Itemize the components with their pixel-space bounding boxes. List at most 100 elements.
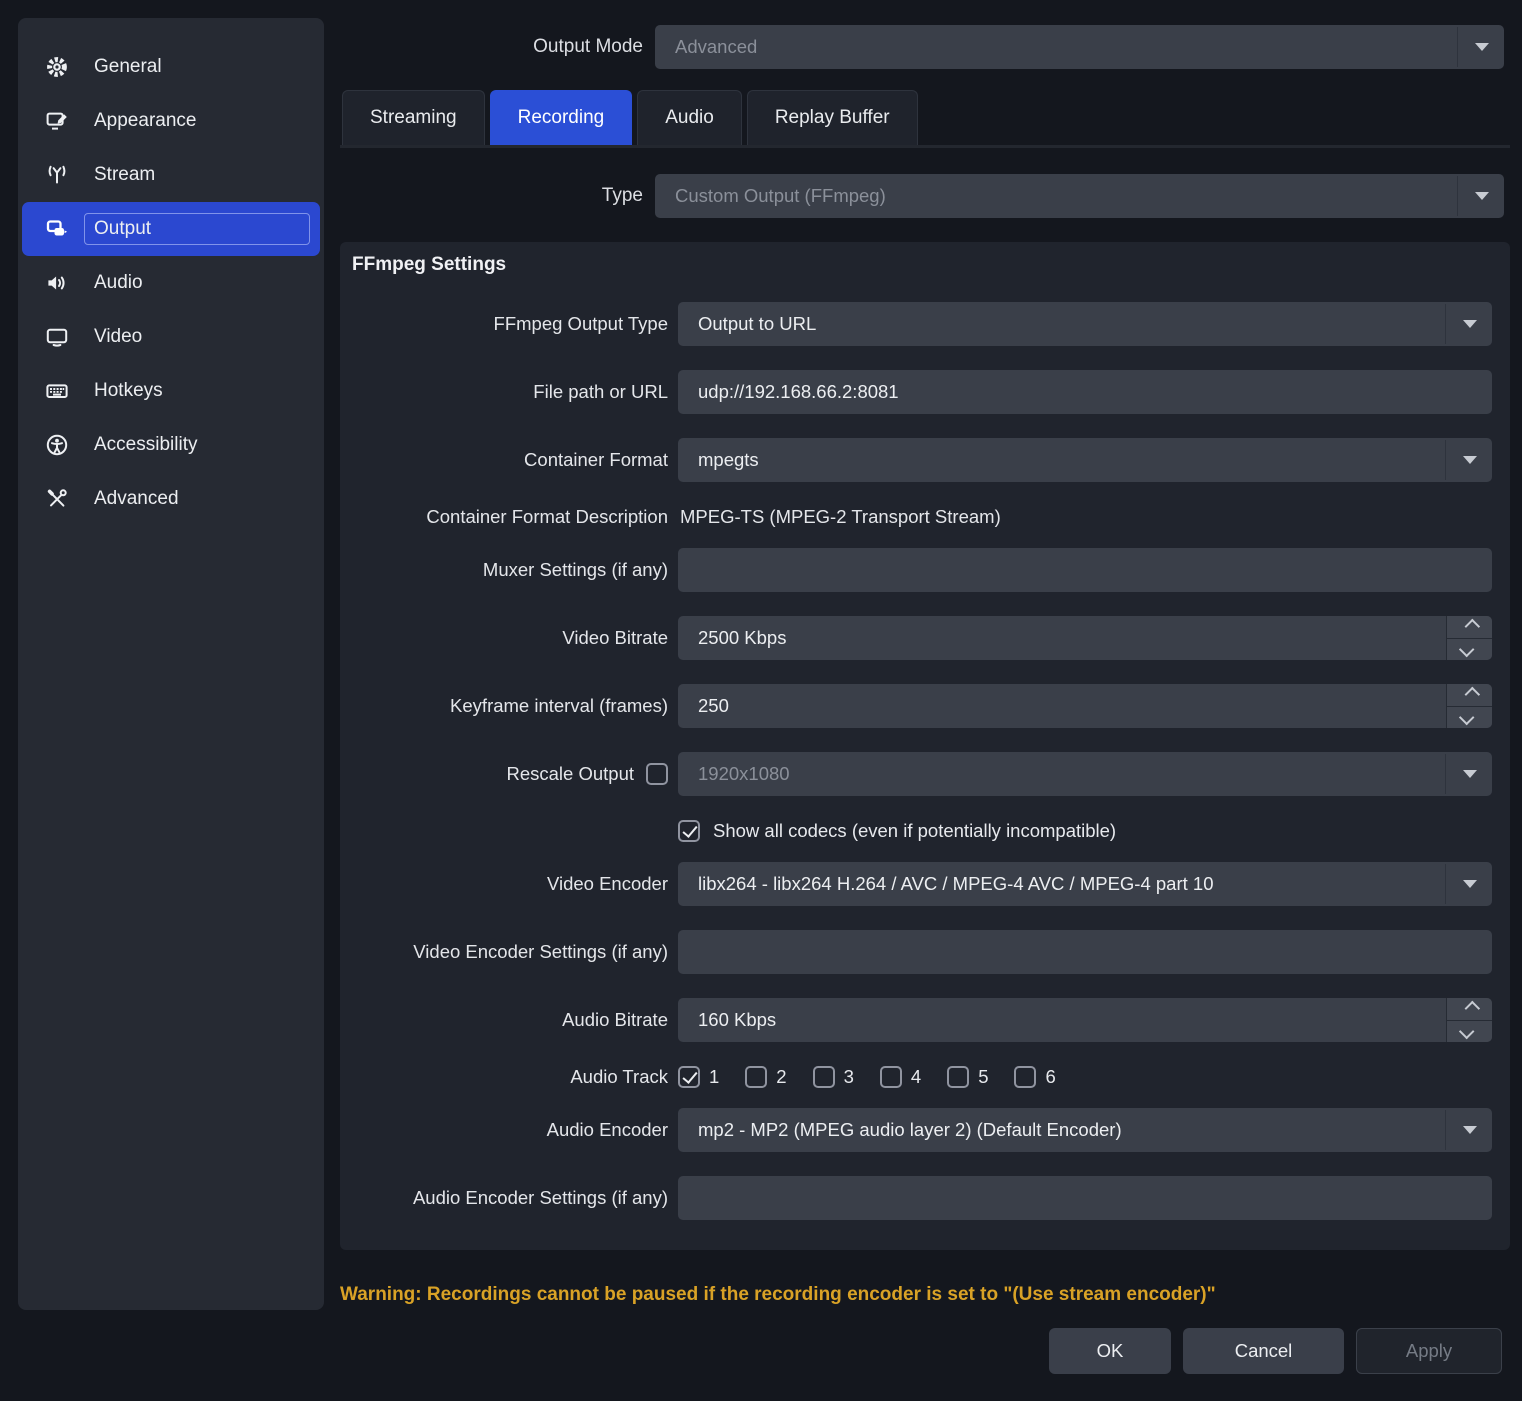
spin-up-button[interactable]	[1447, 616, 1492, 639]
appearance-icon	[44, 108, 70, 134]
audio-track-3-checkbox[interactable]	[813, 1066, 835, 1088]
sidebar-item-label: Output	[84, 213, 310, 245]
sidebar-item-appearance[interactable]: Appearance	[22, 94, 320, 148]
keyboard-icon	[44, 378, 70, 404]
chevron-down-icon	[1459, 1023, 1475, 1039]
sidebar-item-video[interactable]: Video	[22, 310, 320, 364]
group-title: FFmpeg Settings	[340, 254, 1492, 276]
video-bitrate-row: Video Bitrate 2500 Kbps	[340, 616, 1492, 660]
ok-button[interactable]: OK	[1049, 1328, 1171, 1374]
sidebar-item-label: Audio	[84, 267, 310, 299]
sidebar-item-advanced[interactable]: Advanced	[22, 472, 320, 526]
container-format-select[interactable]: mpegts	[678, 438, 1492, 482]
type-label: Type	[340, 185, 643, 207]
sidebar-item-audio[interactable]: Audio	[22, 256, 320, 310]
audio-track-row: Audio Track 1 2 3 4 5 6	[340, 1066, 1492, 1088]
output-icon	[44, 216, 70, 242]
track-number: 3	[844, 1066, 854, 1088]
chevron-down-icon	[1463, 1126, 1477, 1134]
rescale-output-row: Rescale Output 1920x1080	[340, 752, 1492, 796]
divider	[1445, 304, 1446, 344]
rescale-output-checkbox[interactable]	[646, 763, 668, 785]
spin-buttons	[1446, 998, 1492, 1042]
muxer-settings-row: Muxer Settings (if any)	[340, 548, 1492, 592]
spin-down-button[interactable]	[1447, 639, 1492, 661]
output-tabs: Streaming Recording Audio Replay Buffer	[340, 90, 1510, 148]
track-number: 6	[1045, 1066, 1055, 1088]
audio-encoder-settings-input[interactable]	[678, 1176, 1492, 1220]
ffmpeg-output-type-row: FFmpeg Output Type Output to URL	[340, 302, 1492, 346]
audio-track-5-checkbox[interactable]	[947, 1066, 969, 1088]
field-label: Container Format Description	[340, 506, 668, 528]
container-format-description: MPEG-TS (MPEG-2 Transport Stream)	[678, 506, 1492, 528]
field-label: Muxer Settings (if any)	[340, 559, 668, 581]
ffmpeg-output-type-select[interactable]: Output to URL	[678, 302, 1492, 346]
show-all-codecs-checkbox[interactable]	[678, 820, 700, 842]
sidebar-item-output[interactable]: Output	[22, 202, 320, 256]
sidebar-item-label: Advanced	[84, 483, 310, 515]
video-bitrate-spinbox[interactable]: 2500 Kbps	[678, 616, 1492, 660]
gear-icon	[44, 54, 70, 80]
audio-track-2-checkbox[interactable]	[745, 1066, 767, 1088]
container-format-desc-row: Container Format Description MPEG-TS (MP…	[340, 506, 1492, 528]
divider	[1445, 754, 1446, 794]
chevron-down-icon	[1463, 456, 1477, 464]
select-value: Output to URL	[698, 313, 816, 335]
audio-track-checkboxes: 1 2 3 4 5 6	[678, 1066, 1492, 1088]
audio-track-1-checkbox[interactable]	[678, 1066, 700, 1088]
chevron-down-icon	[1459, 641, 1475, 657]
spin-up-button[interactable]	[1447, 998, 1492, 1021]
file-path-input[interactable]	[678, 370, 1492, 414]
audio-track-4-checkbox[interactable]	[880, 1066, 902, 1088]
tab-streaming[interactable]: Streaming	[342, 90, 485, 145]
spinbox-value: 250	[698, 695, 729, 717]
sidebar-item-accessibility[interactable]: Accessibility	[22, 418, 320, 472]
settings-sidebar: General Appearance Stream	[18, 18, 324, 1310]
cancel-button[interactable]: Cancel	[1183, 1328, 1344, 1374]
divider	[1445, 864, 1446, 904]
spin-up-button[interactable]	[1447, 684, 1492, 707]
chevron-up-icon	[1465, 687, 1481, 703]
chevron-up-icon	[1465, 619, 1481, 635]
sidebar-item-label: General	[84, 51, 310, 83]
tab-audio[interactable]: Audio	[637, 90, 742, 145]
track-number: 2	[776, 1066, 786, 1088]
field-label: Video Encoder Settings (if any)	[340, 941, 668, 963]
rescale-resolution-select[interactable]: 1920x1080	[678, 752, 1492, 796]
sidebar-item-stream[interactable]: Stream	[22, 148, 320, 202]
audio-bitrate-spinbox[interactable]: 160 Kbps	[678, 998, 1492, 1042]
apply-button[interactable]: Apply	[1356, 1328, 1502, 1374]
field-label: Audio Bitrate	[340, 1009, 668, 1031]
chevron-down-icon	[1475, 192, 1489, 200]
chevron-down-icon	[1459, 709, 1475, 725]
tab-replay-buffer[interactable]: Replay Buffer	[747, 90, 918, 145]
output-mode-label: Output Mode	[340, 36, 643, 58]
recording-type-row: Type Custom Output (FFmpeg)	[340, 174, 1510, 218]
audio-encoder-select[interactable]: mp2 - MP2 (MPEG audio layer 2) (Default …	[678, 1108, 1492, 1152]
audio-bitrate-row: Audio Bitrate 160 Kbps	[340, 998, 1492, 1042]
tab-recording[interactable]: Recording	[490, 90, 633, 145]
select-value: libx264 - libx264 H.264 / AVC / MPEG-4 A…	[698, 873, 1213, 895]
video-encoder-row: Video Encoder libx264 - libx264 H.264 / …	[340, 862, 1492, 906]
field-label: Audio Encoder Settings (if any)	[340, 1187, 668, 1209]
audio-track-6-checkbox[interactable]	[1014, 1066, 1036, 1088]
spin-down-button[interactable]	[1447, 1021, 1492, 1043]
audio-encoder-settings-row: Audio Encoder Settings (if any)	[340, 1176, 1492, 1220]
show-all-codecs-row: Show all codecs (even if potentially inc…	[340, 820, 1492, 842]
video-encoder-settings-input[interactable]	[678, 930, 1492, 974]
spinbox-value: 160 Kbps	[698, 1009, 776, 1031]
sidebar-item-hotkeys[interactable]: Hotkeys	[22, 364, 320, 418]
muxer-settings-input[interactable]	[678, 548, 1492, 592]
recording-type-select[interactable]: Custom Output (FFmpeg)	[655, 174, 1504, 218]
keyframe-interval-row: Keyframe interval (frames) 250	[340, 684, 1492, 728]
spin-down-button[interactable]	[1447, 707, 1492, 729]
sidebar-item-label: Accessibility	[84, 429, 310, 461]
show-all-codecs-label: Show all codecs (even if potentially inc…	[713, 820, 1116, 842]
field-label: Keyframe interval (frames)	[340, 695, 668, 717]
output-mode-select[interactable]: Advanced	[655, 25, 1504, 69]
sidebar-item-general[interactable]: General	[22, 40, 320, 94]
sidebar-item-label: Video	[84, 321, 310, 353]
spinbox-value: 2500 Kbps	[698, 627, 786, 649]
video-encoder-select[interactable]: libx264 - libx264 H.264 / AVC / MPEG-4 A…	[678, 862, 1492, 906]
keyframe-interval-spinbox[interactable]: 250	[678, 684, 1492, 728]
